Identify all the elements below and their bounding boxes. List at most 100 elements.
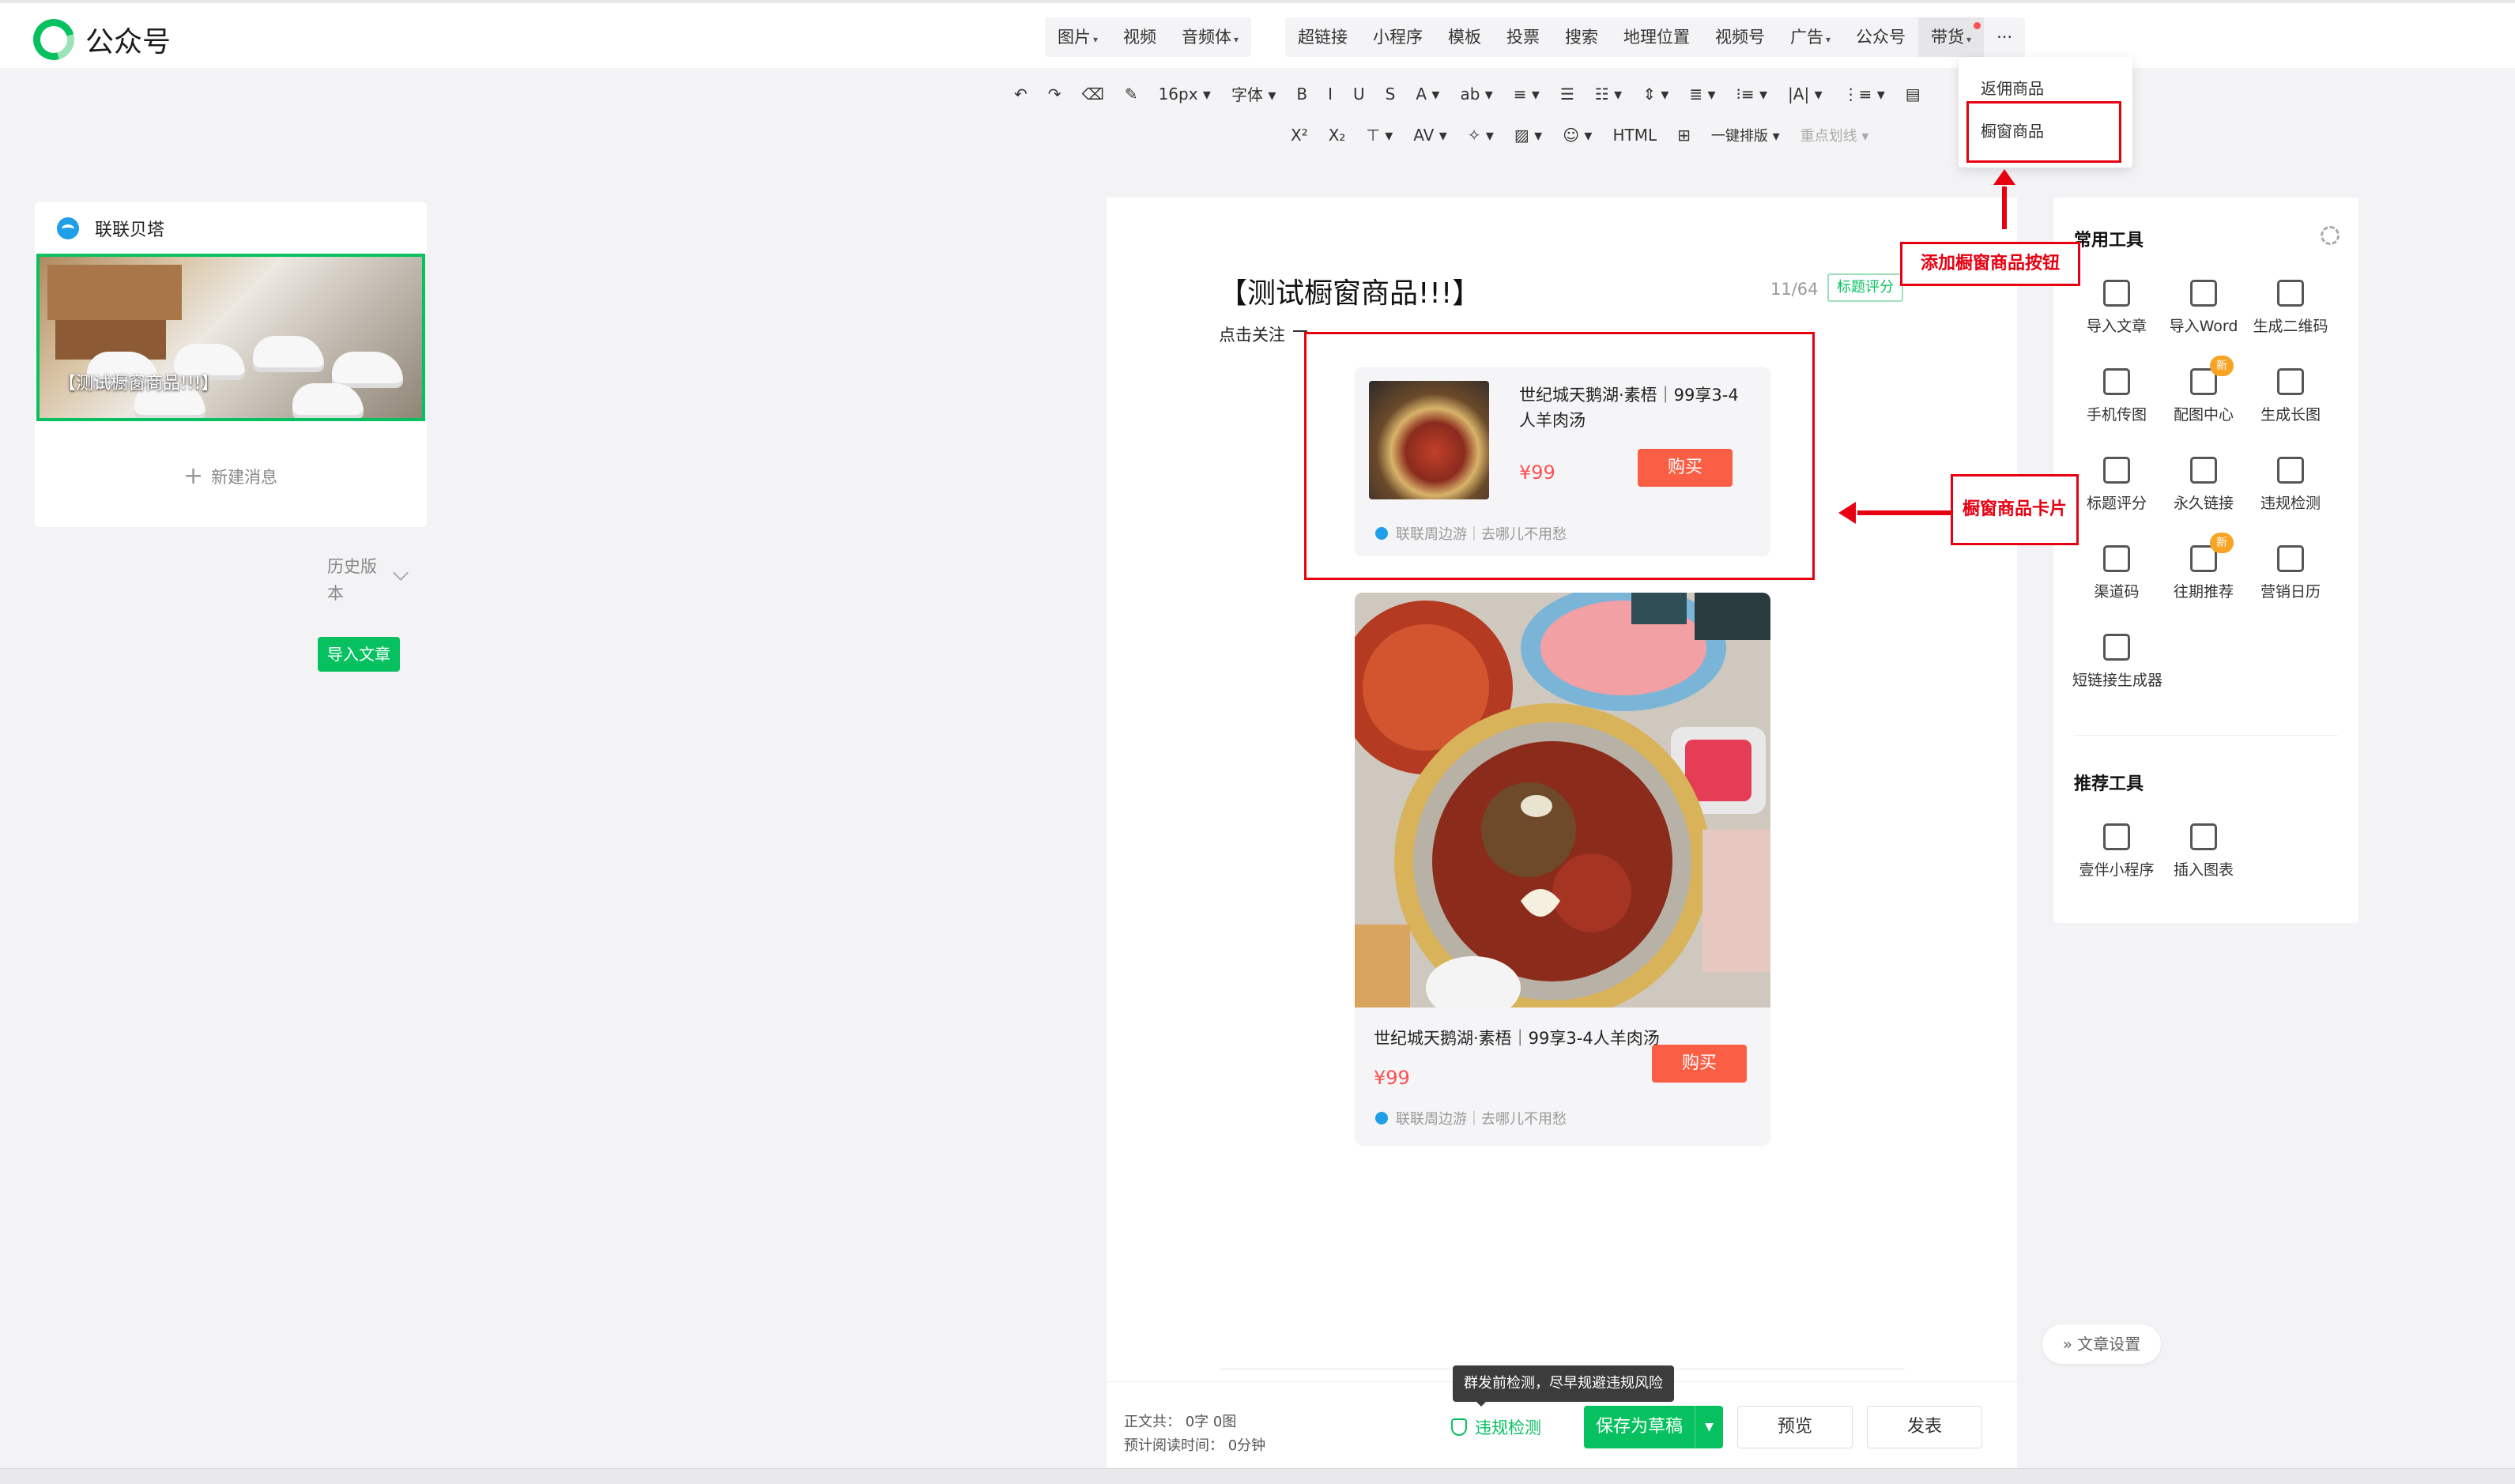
- chevron-down-icon[interactable]: ▼: [1695, 1406, 1723, 1448]
- toolbar-button-row1-20[interactable]: ▤: [1895, 85, 1931, 104]
- title-score-badge[interactable]: 标题评分: [1827, 273, 1903, 302]
- highlight-window-goods-item: [1966, 101, 2121, 163]
- toolbar-button-row1-19[interactable]: ⋮≡ ▾: [1833, 85, 1895, 104]
- toolbar-button-row1-16[interactable]: ≣ ▾: [1679, 85, 1725, 104]
- tool-label: 标题评分: [2086, 495, 2147, 512]
- shoe-shape: [253, 336, 324, 372]
- tool-common-6[interactable]: 标题评分: [2072, 457, 2161, 513]
- shop-name: 联联周边游｜去哪儿不用愁: [1396, 1111, 1567, 1128]
- toolbar-button-row1-2[interactable]: ⌫: [1072, 85, 1114, 104]
- toolbar-row-1: ↶ ↷ ⌫ ✎ 16px ▾ 字体 ▾ B I U S A ▾ ab ▾ ≡ ▾ ☰ ☷ ▾ ⇕ ▾ ≣ ▾ ⁝≡…: [1004, 82, 1931, 105]
- toolbar-button-row2-6[interactable]: ☺ ▾: [1552, 126, 1602, 145]
- insert-feature-group: 超链接 小程序 模板 投票 搜索 地理位置 视频号 广告 ▾ 公众号 带货 ▾ ···: [1285, 17, 2026, 57]
- window-product-card-large[interactable]: 世纪城天鹅湖·素梧｜99享3-4人羊肉汤 ¥99 购买 联联周边游｜去哪儿不用愁: [1355, 593, 1770, 1146]
- menu-item-commission-goods[interactable]: 返佣商品: [1981, 76, 2044, 99]
- tool-common-0[interactable]: 导入文章: [2072, 280, 2161, 336]
- buy-button[interactable]: 购买: [1652, 1045, 1747, 1083]
- tool-common-8[interactable]: 违规检测: [2246, 457, 2335, 513]
- caret-icon: ▾: [1966, 34, 1972, 45]
- calendar-icon: [2277, 545, 2304, 572]
- account-header: 联联贝塔: [57, 216, 164, 241]
- toolbar-button-row1-0[interactable]: ↶: [1004, 85, 1038, 104]
- nav-item-group2-2[interactable]: 模板: [1435, 17, 1494, 57]
- article-title[interactable]: 【测试橱窗商品!!!】: [1219, 270, 1480, 311]
- toolbar-button-row1-1[interactable]: ↷: [1038, 85, 1072, 104]
- history-versions-link[interactable]: 历史版本: [327, 553, 387, 607]
- toolbar-button-row2-2[interactable]: ⊤ ▾: [1356, 126, 1403, 145]
- app-logo[interactable]: 公众号: [25, 11, 171, 68]
- toolbar-button-row1-4[interactable]: 16px ▾: [1148, 85, 1221, 104]
- title-char-counter: 11/64: [1770, 280, 1819, 299]
- qrcode-icon: [2277, 280, 2304, 307]
- nav-item-group2-4[interactable]: 搜索: [1552, 17, 1611, 57]
- nav-item-group2-7[interactable]: 广告 ▾: [1778, 17, 1843, 57]
- tool-common-10[interactable]: 新往期推荐: [2159, 533, 2248, 601]
- violation-check-button[interactable]: 违规检测: [1451, 1415, 1541, 1439]
- tool-common-5[interactable]: 生成长图: [2246, 368, 2335, 424]
- toolbar-button-row2-0[interactable]: X²: [1280, 126, 1318, 145]
- chevron-down-icon[interactable]: [393, 565, 409, 581]
- tool-recommend-0[interactable]: 壹伴小程序: [2072, 823, 2161, 879]
- nav-item-group1-1[interactable]: 视频: [1110, 17, 1169, 57]
- toolbar-button-row1-3[interactable]: ✎: [1114, 85, 1148, 104]
- tool-common-11[interactable]: 营销日历: [2246, 545, 2335, 601]
- toolbar-button-row1-10[interactable]: A ▾: [1405, 85, 1450, 104]
- tool-common-9[interactable]: 渠道码: [2072, 545, 2161, 601]
- article-settings-button[interactable]: » 文章设置: [2042, 1324, 2161, 1364]
- toolbar-button-row1-11[interactable]: ab ▾: [1450, 85, 1503, 104]
- publish-button[interactable]: 发表: [1867, 1406, 1982, 1448]
- long-image-icon: [2277, 368, 2304, 395]
- nav-item-group1-0[interactable]: 图片 ▾: [1045, 17, 1110, 57]
- auto-layout-button[interactable]: 一键排版 ▾: [1701, 125, 1790, 145]
- tool-common-7[interactable]: 永久链接: [2159, 457, 2248, 513]
- gear-icon[interactable]: [2321, 226, 2340, 245]
- toolbar-button-row1-5[interactable]: 字体 ▾: [1221, 82, 1286, 105]
- new-message-button[interactable]: + 新建消息: [183, 462, 277, 490]
- toolbar-button-row1-6[interactable]: B: [1286, 85, 1318, 104]
- nav-item-group2-6[interactable]: 视频号: [1702, 17, 1778, 57]
- save-draft-button[interactable]: 保存为草稿 ▼: [1584, 1406, 1723, 1448]
- tool-label: 导入Word: [2169, 318, 2238, 335]
- devtools-strip: [0, 1468, 2515, 1484]
- nav-item-label: 音频体: [1182, 28, 1232, 47]
- nav-item-group2-9[interactable]: 带货 ▾: [1918, 17, 1985, 57]
- toolbar-button-row1-7[interactable]: I: [1318, 85, 1343, 104]
- toolbar-button-row1-17[interactable]: ⁝≡ ▾: [1726, 85, 1778, 104]
- toolbar-button-row1-15[interactable]: ⇕ ▾: [1632, 85, 1679, 104]
- nav-item-group2-8[interactable]: 公众号: [1843, 17, 1918, 57]
- highlight-product-card: [1304, 332, 1815, 580]
- caret-icon: ▾: [1826, 34, 1831, 45]
- toolbar-button-row2-8[interactable]: ⊞: [1667, 126, 1701, 145]
- toolbar-button-row1-8[interactable]: U: [1343, 85, 1375, 104]
- nav-item-group2-3[interactable]: 投票: [1494, 17, 1552, 57]
- toolbar-button-row1-12[interactable]: ≡ ▾: [1503, 85, 1550, 104]
- toolbar-button-row1-9[interactable]: S: [1375, 85, 1406, 104]
- preview-button[interactable]: 预览: [1737, 1406, 1853, 1448]
- nav-item-group2-5[interactable]: 地理位置: [1611, 17, 1702, 57]
- toolbar-button-row2-5[interactable]: ▨ ▾: [1504, 126, 1552, 145]
- toolbar-button-row1-13[interactable]: ☰: [1550, 85, 1585, 104]
- import-article-button[interactable]: 导入文章: [318, 637, 400, 672]
- toolbar-button-row1-14[interactable]: ☷ ▾: [1585, 85, 1632, 104]
- follow-text[interactable]: 点击关注: [1219, 322, 1285, 346]
- toolbar-button-row1-18[interactable]: |A| ▾: [1778, 85, 1833, 104]
- toolbar-button-row2-7[interactable]: HTML: [1602, 126, 1667, 145]
- tool-recommend-1[interactable]: 插入图表: [2159, 823, 2248, 879]
- nav-item-group2-0[interactable]: 超链接: [1285, 17, 1360, 57]
- tool-label: 配图中心: [2173, 406, 2234, 424]
- tool-common-1[interactable]: 导入Word: [2159, 280, 2248, 336]
- tool-common-4[interactable]: 新配图中心: [2159, 356, 2248, 424]
- tool-common-2[interactable]: 生成二维码: [2246, 280, 2335, 336]
- nav-item-group2-10[interactable]: ···: [1984, 17, 2025, 57]
- article-thumbnail[interactable]: 【测试橱窗商品!!!】: [36, 254, 425, 421]
- tools-divider: [2074, 735, 2338, 736]
- nav-item-label: 带货: [1931, 28, 1965, 47]
- nav-item-group2-1[interactable]: 小程序: [1360, 17, 1435, 57]
- tool-common-12[interactable]: 短链接生成器: [2072, 634, 2162, 690]
- toolbar-button-row2-1[interactable]: X₂: [1318, 126, 1356, 145]
- tool-common-3[interactable]: 手机传图: [2072, 368, 2161, 424]
- nav-item-group1-2[interactable]: 音频体 ▾: [1169, 17, 1251, 57]
- toolbar-button-row2-4[interactable]: ✧ ▾: [1457, 126, 1504, 145]
- toolbar-button-row2-3[interactable]: AV ▾: [1403, 126, 1457, 145]
- highlight-line-button[interactable]: 重点划线 ▾: [1790, 125, 1880, 145]
